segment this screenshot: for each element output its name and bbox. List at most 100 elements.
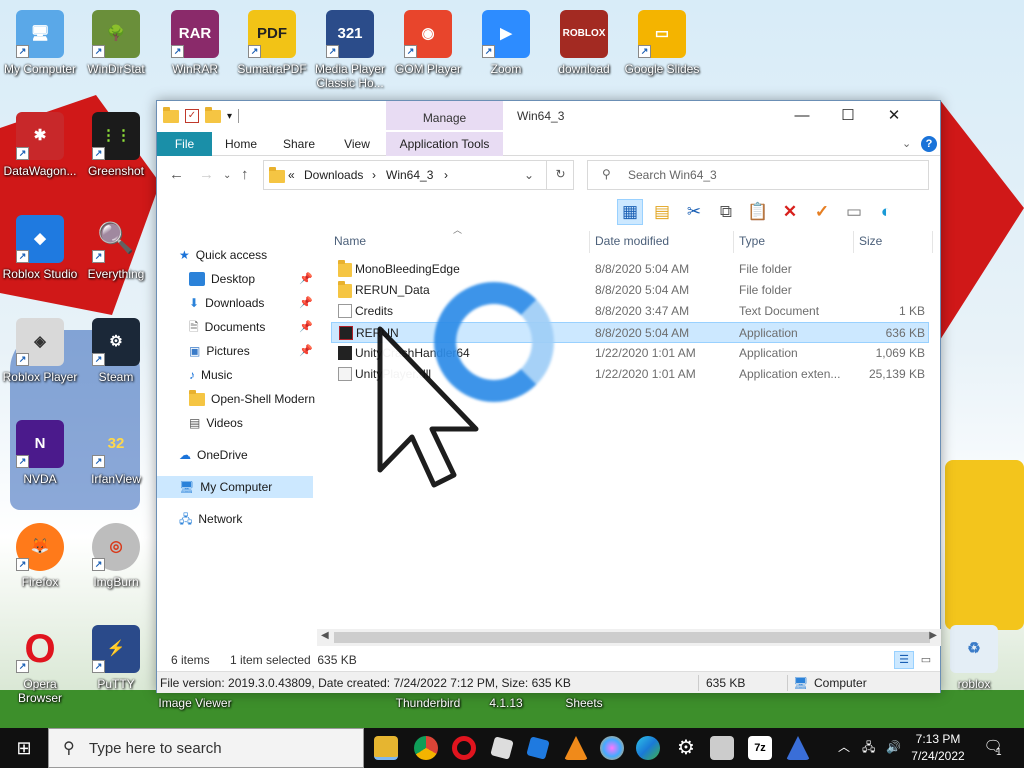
desktop-icon-download[interactable]: ROBLOX download	[544, 10, 624, 76]
desktop-icon-windirstat[interactable]: 🌳 ↗ WinDirStat	[76, 10, 156, 76]
address-bar[interactable]: « Downloads › Win64_3 › ⌄	[263, 160, 574, 190]
desktop-icon-roblox-player[interactable]: ◈ ↗ Roblox Player	[0, 318, 80, 384]
delete-icon[interactable]: ✕	[777, 199, 803, 225]
taskbar-search-box[interactable]: ⚲ Type here to search	[48, 728, 364, 768]
checkmark-icon[interactable]: ✓	[809, 199, 835, 225]
desktop-icon-nvda[interactable]: N ↗ NVDA	[0, 420, 80, 486]
start-button[interactable]: ⊞	[0, 728, 48, 768]
large-icons-view-icon[interactable]: ▭	[917, 651, 935, 669]
desktop-icon-firefox[interactable]: 🦊 ↗ Firefox	[0, 523, 80, 589]
settings-icon[interactable]: ⚙	[674, 736, 698, 760]
desktop-icon-putty[interactable]: ⚡ ↗ PuTTY	[76, 625, 156, 691]
video-icon: ▤	[189, 416, 201, 430]
tray-chevron-icon[interactable]: ︿	[838, 739, 850, 756]
desktop-icon-my-computer[interactable]: 🖥 ↗ My Computer	[0, 10, 80, 76]
column-header-name[interactable]: Name	[334, 231, 366, 251]
desktop-icon-greenshot[interactable]: ⋮⋮ ↗ Greenshot	[76, 112, 156, 178]
tab-manage[interactable]: Manage	[386, 101, 503, 130]
scroll-left-icon[interactable]: ◀	[321, 630, 329, 641]
expand-ribbon-icon[interactable]: ⌄	[902, 137, 911, 150]
nvda-taskbar-icon[interactable]	[786, 736, 810, 760]
view-menu-icon[interactable]: ▤	[649, 199, 675, 225]
rename-icon[interactable]: ▭	[841, 199, 867, 225]
tab-application-tools[interactable]: Application Tools	[386, 132, 503, 156]
forward-arrow-icon[interactable]: →	[199, 166, 214, 183]
nav-pictures[interactable]: ▣ Pictures 📌	[189, 340, 319, 362]
recent-locations-icon[interactable]: ⌄	[223, 170, 231, 181]
desktop-icon-steam[interactable]: ⚙ ↗ Steam	[76, 318, 156, 384]
desktop-icon-sumatrapdf[interactable]: PDF ↗ SumatraPDF	[232, 10, 312, 76]
maximize-button[interactable]: ☐	[825, 101, 871, 131]
opera-icon[interactable]	[452, 736, 476, 760]
control-panel-icon[interactable]	[710, 736, 734, 760]
address-dropdown-icon[interactable]: ⌄	[524, 168, 534, 182]
preview-pane-icon[interactable]: ▦	[617, 199, 643, 225]
column-header-size[interactable]: Size	[859, 231, 882, 251]
desktop-icon-winrar[interactable]: RAR ↗ WinRAR	[155, 10, 235, 76]
nav-music[interactable]: ♪ Music	[189, 364, 232, 386]
properties-icon[interactable]: ✓	[185, 109, 199, 123]
file-row[interactable]: RERUN_Data 8/8/2020 5:04 AM File folder	[331, 280, 929, 301]
desktop-icon-imgburn[interactable]: ◎ ↗ ImgBurn	[76, 523, 156, 589]
nav-videos[interactable]: ▤ Videos	[189, 412, 243, 434]
desktop-icon-media-player[interactable]: 321 ↗ Media Player Classic Ho...	[310, 10, 390, 90]
desktop-icon-irfanview[interactable]: 32 ↗ IrfanView	[76, 420, 156, 486]
refresh-button[interactable]: ↻	[546, 160, 574, 190]
tab-file[interactable]: File	[157, 132, 212, 156]
desktop-icon-everything[interactable]: 🔍 ↗ Everything	[76, 215, 156, 282]
desktop-icon-roblox-studio[interactable]: ◆ ↗ Roblox Studio	[0, 215, 80, 281]
file-row[interactable]: MonoBleedingEdge 8/8/2020 5:04 AM File f…	[331, 259, 929, 280]
up-arrow-icon[interactable]: ↑	[241, 166, 249, 183]
nav-open-shell-modern[interactable]: Open-Shell Modern	[189, 388, 315, 410]
column-header-date[interactable]: Date modified	[595, 231, 669, 251]
nav-documents[interactable]: 🗎 Documents 📌	[189, 316, 319, 338]
share-icon[interactable]: ◐	[873, 199, 899, 225]
nav-onedrive[interactable]: ☁ OneDrive	[179, 444, 248, 466]
scrollbar-thumb[interactable]	[334, 632, 930, 643]
tab-share[interactable]: Share	[273, 132, 325, 156]
breadcrumb-win64[interactable]: Win64_3	[386, 168, 433, 182]
horizontal-scrollbar[interactable]: ◀ ▶	[317, 629, 941, 646]
nav-quick-access[interactable]: ★ Quick access	[179, 244, 267, 266]
desktop-icon-google-slides[interactable]: ▭ ↗ Google Slides	[622, 10, 702, 76]
clock[interactable]: 7:13 PM 7/24/2022	[906, 731, 970, 765]
copy-icon[interactable]: ⧉	[713, 199, 739, 225]
file-explorer-taskbar-icon[interactable]	[374, 736, 398, 760]
new-folder-icon[interactable]	[205, 106, 221, 123]
minimize-button[interactable]: —	[779, 101, 825, 131]
customize-toolbar-icon[interactable]: ▾	[227, 111, 232, 122]
desktop-icon-gom-player[interactable]: ◉ ↗ GOM Player	[388, 10, 468, 76]
paint-icon[interactable]	[600, 736, 624, 760]
close-button[interactable]: ✕	[871, 101, 917, 131]
breadcrumb-downloads[interactable]: Downloads	[304, 168, 363, 182]
desktop-icon-opera[interactable]: O ↗ Opera Browser	[0, 625, 80, 705]
vlc-icon[interactable]	[564, 736, 588, 760]
desktop-icon-recycle-bin[interactable]: ♻ roblox	[934, 625, 1014, 691]
volume-icon[interactable]: 🔊	[886, 739, 901, 756]
details-view-icon[interactable]: ☰	[894, 651, 914, 669]
paste-icon[interactable]: 📋	[745, 199, 771, 225]
nav-downloads[interactable]: ⬇ Downloads 📌	[189, 292, 319, 314]
back-arrow-icon[interactable]: ←	[169, 166, 184, 183]
desktop-icon-datawagon[interactable]: ✱ ↗ DataWagon...	[0, 112, 80, 178]
folder-icon[interactable]	[163, 106, 179, 123]
search-input[interactable]: ⚲ Search Win64_3	[587, 160, 929, 190]
tab-home[interactable]: Home	[215, 132, 267, 156]
cut-icon[interactable]: ✂	[681, 199, 707, 225]
nav-my-computer[interactable]: 🖥 My Computer	[157, 476, 313, 498]
column-header-type[interactable]: Type	[739, 231, 765, 251]
address-overflow[interactable]: «	[288, 168, 295, 182]
nav-desktop[interactable]: Desktop 📌	[189, 268, 319, 290]
nav-network[interactable]: 🖧 Network	[179, 508, 242, 530]
chrome-icon[interactable]	[414, 736, 438, 760]
desktop-icon-zoom[interactable]: ▶ ↗ Zoom	[466, 10, 546, 76]
tab-view[interactable]: View	[331, 132, 383, 156]
roblox-studio-icon[interactable]	[526, 736, 550, 760]
file-row[interactable]: Credits 8/8/2020 3:47 AM Text Document 1…	[331, 301, 929, 322]
7zip-icon[interactable]: 7z	[748, 736, 772, 760]
help-icon[interactable]: ?	[921, 136, 937, 152]
edge-icon[interactable]	[636, 736, 660, 760]
roblox-icon[interactable]	[490, 736, 514, 760]
network-tray-icon[interactable]: 🖧	[862, 739, 875, 756]
scroll-right-icon[interactable]: ▶	[929, 630, 937, 641]
